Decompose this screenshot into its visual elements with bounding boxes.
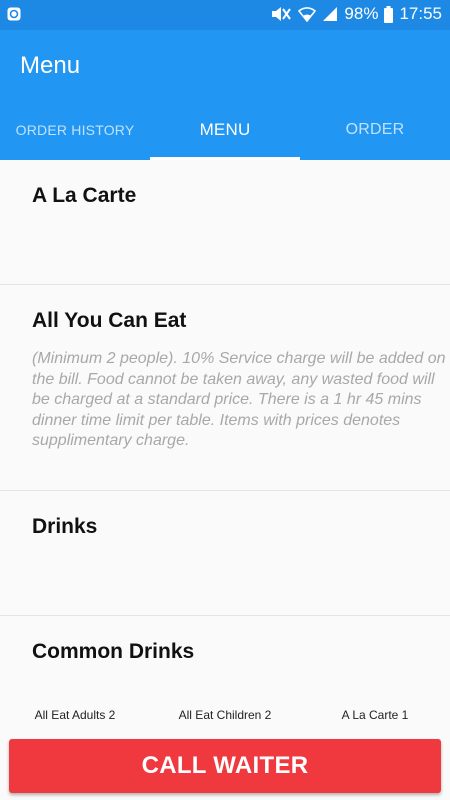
call-waiter-button[interactable]: CALL WAITER [9, 739, 441, 793]
menu-section-all-you-can-eat[interactable]: All You Can Eat (Minimum 2 people). 10% … [0, 285, 450, 491]
tab-label: MENU [199, 120, 251, 139]
tab-label: ORDER [345, 121, 405, 138]
order-tab-a-la-carte[interactable]: A La Carte 1 [300, 700, 450, 730]
notification-app-icon [7, 7, 21, 26]
tab-order[interactable]: ORDER [300, 100, 450, 160]
status-time: 17:55 [399, 4, 442, 23]
wifi-icon [298, 6, 317, 22]
tab-bar: ORDER HISTORY MENU ORDER [0, 100, 450, 160]
signal-icon [322, 6, 338, 22]
app-bar: Menu [0, 30, 450, 100]
menu-list[interactable]: A La Carte All You Can Eat (Minimum 2 pe… [0, 160, 450, 740]
tab-menu[interactable]: MENU [150, 100, 300, 160]
order-tab-all-eat-children[interactable]: All Eat Children 2 [150, 700, 300, 730]
battery-percent: 98% [344, 4, 379, 23]
section-description: (Minimum 2 people). 10% Service charge w… [32, 350, 446, 449]
battery-icon [384, 5, 394, 23]
status-bar: 98% 17:55 [0, 0, 450, 30]
section-title: Drinks [32, 515, 98, 538]
tab-label: ORDER HISTORY [15, 122, 135, 138]
mute-icon [270, 6, 292, 22]
tab-order-history[interactable]: ORDER HISTORY [0, 100, 150, 160]
page-title: Menu [20, 52, 81, 79]
order-tab-all-eat-adults[interactable]: All Eat Adults 2 [0, 700, 150, 730]
menu-section-drinks[interactable]: Drinks [0, 491, 450, 616]
section-title: A La Carte [32, 184, 137, 207]
menu-section-a-la-carte[interactable]: A La Carte [0, 160, 450, 285]
order-summary-tabs: All Eat Adults 2 All Eat Children 2 A La… [0, 700, 450, 730]
section-title: Common Drinks [32, 640, 195, 663]
section-title: All You Can Eat [32, 309, 187, 332]
